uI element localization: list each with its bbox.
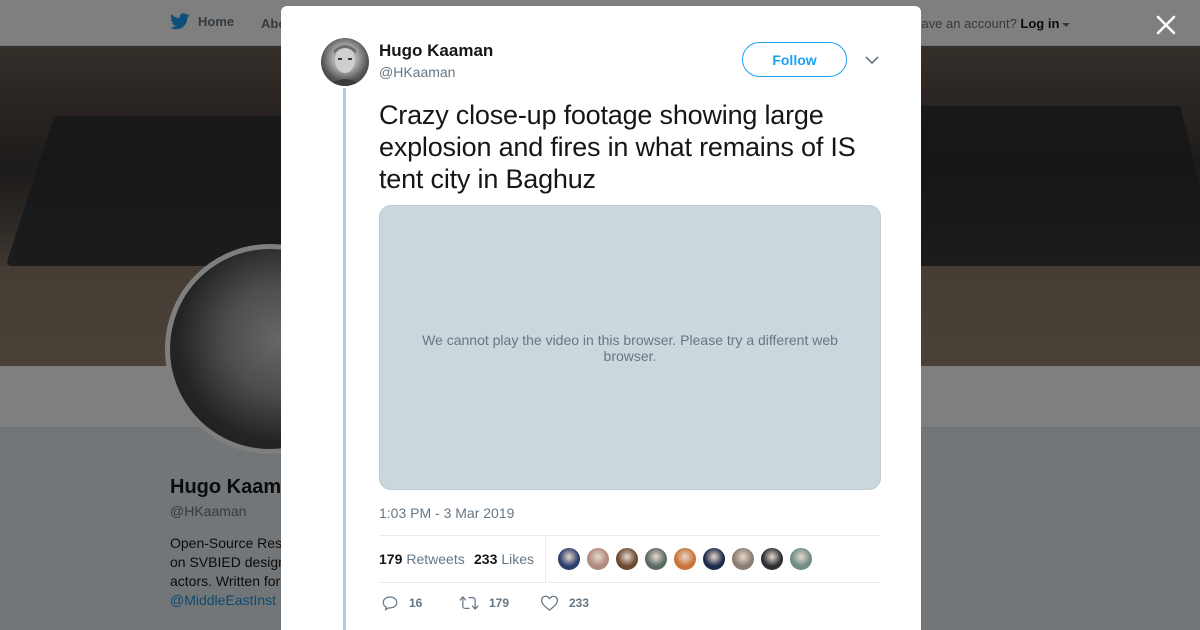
heart-icon bbox=[540, 595, 559, 611]
thread-line bbox=[343, 88, 346, 630]
retweet-button[interactable]: 179 bbox=[459, 594, 509, 612]
retweets-count: 179 bbox=[379, 551, 403, 567]
liker-avatar[interactable] bbox=[789, 547, 813, 571]
liker-avatar[interactable] bbox=[760, 547, 784, 571]
follow-button[interactable]: Follow bbox=[742, 42, 847, 77]
chevron-down-icon[interactable] bbox=[864, 53, 880, 67]
like-count: 233 bbox=[569, 596, 590, 610]
tweet-stats: 179 Retweets 233 Likes bbox=[379, 535, 881, 583]
reply-button[interactable]: 16 bbox=[381, 594, 422, 612]
retweets-stat[interactable]: 179 Retweets bbox=[379, 551, 465, 567]
retweet-count: 179 bbox=[489, 596, 510, 610]
liker-avatar[interactable] bbox=[731, 547, 755, 571]
like-button[interactable]: 233 bbox=[540, 594, 589, 612]
likes-count: 233 bbox=[474, 551, 498, 567]
likes-label: Likes bbox=[501, 551, 535, 567]
retweets-label: Retweets bbox=[406, 551, 465, 567]
retweet-icon bbox=[459, 596, 479, 610]
liker-avatar[interactable] bbox=[673, 547, 697, 571]
tweet-modal: Hugo Kaaman @HKaaman Follow Crazy close-… bbox=[281, 6, 921, 630]
video-unsupported-message: We cannot play the video in this browser… bbox=[422, 331, 838, 364]
likes-stat[interactable]: 233 Likes bbox=[474, 551, 534, 567]
author-name[interactable]: Hugo Kaaman bbox=[379, 41, 493, 61]
stats-divider bbox=[545, 536, 546, 583]
tweet-timestamp[interactable]: 1:03 PM - 3 Mar 2019 bbox=[379, 505, 514, 521]
tweet-text: Crazy close-up footage showing large exp… bbox=[379, 100, 856, 194]
liker-avatar[interactable] bbox=[644, 547, 668, 571]
video-player[interactable]: We cannot play the video in this browser… bbox=[379, 205, 881, 490]
tweet-actions: 16 179 233 bbox=[379, 594, 881, 616]
author-avatar[interactable] bbox=[321, 38, 369, 86]
author-avatar-image bbox=[329, 45, 361, 86]
reply-icon bbox=[382, 596, 398, 611]
liker-avatar[interactable] bbox=[557, 547, 581, 571]
author-handle[interactable]: @HKaaman bbox=[379, 64, 455, 80]
close-icon[interactable] bbox=[1152, 11, 1180, 39]
liker-avatar[interactable] bbox=[615, 547, 639, 571]
reply-count: 16 bbox=[409, 596, 423, 610]
liker-avatar[interactable] bbox=[586, 547, 610, 571]
liker-avatar[interactable] bbox=[702, 547, 726, 571]
